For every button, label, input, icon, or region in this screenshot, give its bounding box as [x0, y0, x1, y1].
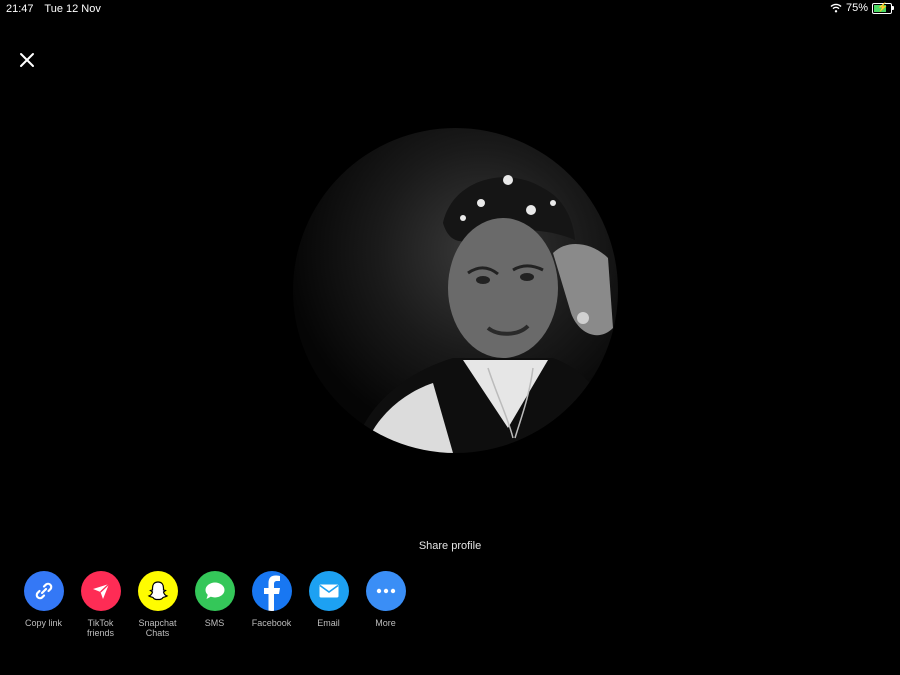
close-icon	[20, 53, 34, 67]
close-button[interactable]	[16, 49, 38, 71]
email-circle	[308, 571, 349, 611]
share-label: TikTok friends	[87, 618, 114, 638]
message-bubble-icon	[205, 582, 224, 599]
share-snapchat[interactable]: Snapchat Chats	[129, 571, 186, 638]
avatar-image	[353, 175, 618, 453]
more-circle	[365, 571, 406, 611]
send-icon	[92, 583, 109, 599]
snapchat-circle	[137, 571, 178, 611]
battery-percent: 75%	[845, 2, 868, 14]
link-icon	[35, 582, 52, 600]
battery-icon: ⚡	[872, 2, 894, 14]
share-tiktok-friends[interactable]: TikTok friends	[72, 571, 129, 638]
share-more[interactable]: More	[357, 571, 414, 638]
share-copy-link[interactable]: Copy link	[15, 571, 72, 638]
status-left: 21:47 Tue 12 Nov	[6, 3, 109, 15]
share-label: Snapchat Chats	[138, 618, 176, 638]
status-time: 21:47	[6, 3, 34, 15]
share-label: More	[375, 618, 396, 628]
share-label: Copy link	[24, 618, 62, 628]
share-label: Email	[317, 618, 340, 628]
share-title: Share profile	[418, 540, 482, 552]
share-label-line: TikTok friends	[86, 618, 114, 638]
share-email[interactable]: Email	[300, 571, 357, 638]
tiktok-friends-circle	[80, 571, 121, 611]
more-dots-icon	[376, 588, 395, 594]
share-label-line: Snapchat Chats	[138, 618, 177, 638]
status-date: Tue 12 Nov	[44, 3, 101, 15]
share-sms[interactable]: SMS	[186, 571, 243, 638]
facebook-circle	[251, 571, 292, 611]
wifi-icon	[830, 3, 842, 13]
envelope-icon	[319, 584, 338, 598]
status-bar: 21:47 Tue 12 Nov 75% ⚡	[0, 0, 900, 18]
share-options: Copy link TikTok friends Snapchat Chats	[15, 571, 414, 638]
share-facebook[interactable]: Facebook	[243, 571, 300, 638]
sms-circle	[194, 571, 235, 611]
profile-avatar	[293, 128, 618, 453]
status-right: 75% ⚡	[830, 2, 894, 14]
share-label: SMS	[204, 618, 225, 628]
copy-link-circle	[23, 571, 64, 611]
share-label: Facebook	[251, 618, 292, 628]
snapchat-ghost-icon	[147, 581, 168, 601]
facebook-icon	[263, 575, 280, 611]
